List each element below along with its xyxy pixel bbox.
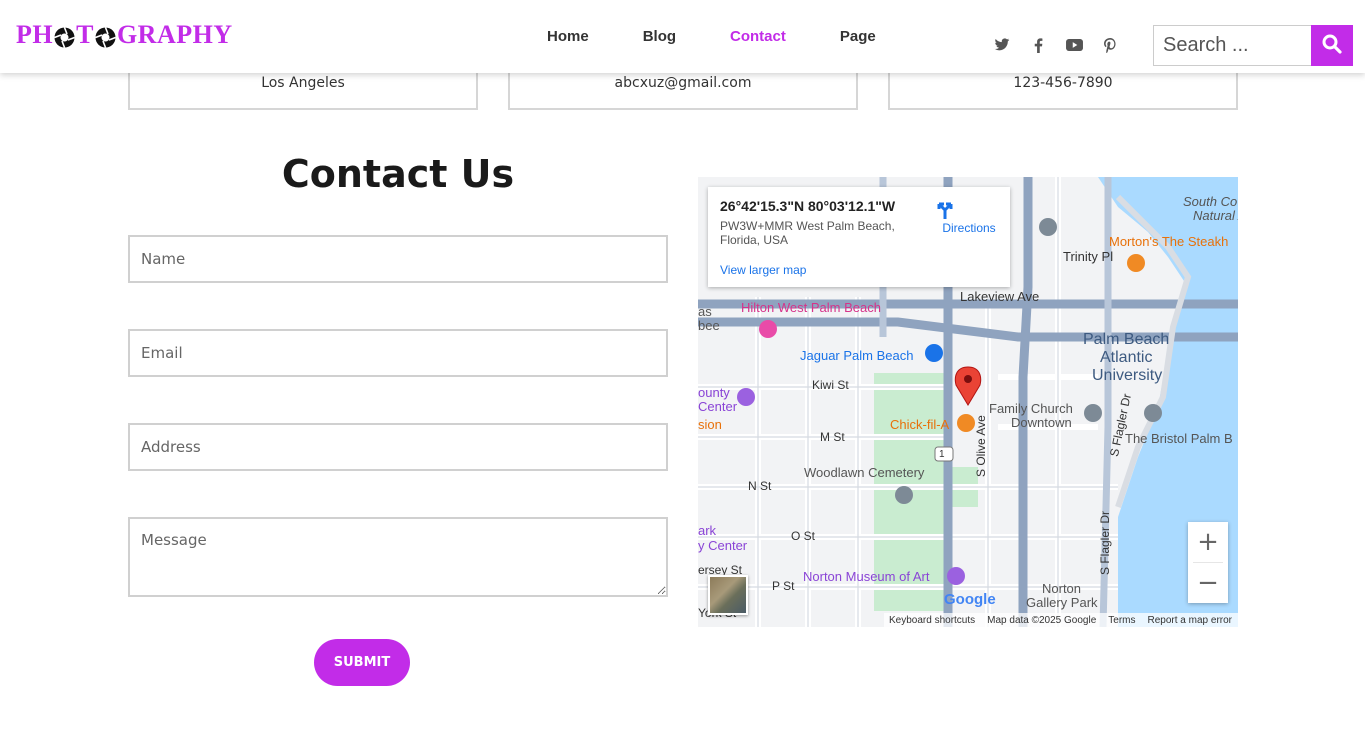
site-header: PH T GRAPHY Home Blog Contact Page	[0, 0, 1365, 73]
map-label-pba1: Palm Beach	[1083, 331, 1170, 348]
phone-text: 123-456-7890	[1013, 75, 1113, 91]
map-label-county1: ounty	[698, 385, 730, 400]
location-text: Los Angeles	[261, 75, 345, 91]
terms-link[interactable]: Terms	[1108, 615, 1135, 626]
address-field[interactable]	[128, 423, 668, 471]
map-label-flagler2: S Flagler Dr	[1098, 510, 1112, 575]
map-label-olive: S Olive Ave	[974, 415, 988, 477]
map-label-pst: P St	[772, 579, 795, 593]
search-button[interactable]	[1311, 25, 1353, 66]
map-label-nst: N St	[748, 479, 772, 493]
location-pin-icon	[954, 366, 982, 406]
search-icon	[1322, 34, 1342, 57]
map-embed[interactable]: Hilton West Palm Beach Jaguar Palm Beach…	[698, 177, 1238, 627]
site-logo[interactable]: PH T GRAPHY	[16, 20, 233, 50]
map-address: PW3W+MMR West Palm Beach, Florida, USA	[720, 219, 895, 247]
map-label-county2: Center	[698, 399, 738, 414]
logo-text-left: PH	[16, 20, 54, 49]
search-input[interactable]	[1153, 25, 1311, 66]
map-label-sion: sion	[698, 417, 722, 432]
social-links	[993, 37, 1119, 53]
aperture-icon	[95, 25, 116, 48]
map-label-jaguar: Jaguar Palm Beach	[800, 348, 914, 363]
map-footer: Keyboard shortcuts Map data ©2025 Google…	[884, 613, 1238, 627]
contact-title: Contact Us	[281, 152, 515, 196]
youtube-icon[interactable]	[1065, 37, 1083, 53]
message-field[interactable]	[128, 517, 668, 597]
map-coords: 26°42'15.3"N 80°03'12.1"W	[720, 198, 896, 214]
nav-blog[interactable]: Blog	[643, 28, 676, 45]
map-label-woodlawn: Woodlawn Cemetery	[804, 465, 925, 480]
map-label-ark1: ark	[698, 523, 717, 538]
twitter-icon[interactable]	[993, 37, 1011, 53]
map-label-family: Family Church	[989, 401, 1073, 416]
map-label-hilton: Hilton West Palm Beach	[741, 300, 881, 315]
map-label-lakeview: Lakeview Ave	[960, 289, 1040, 304]
map-route-shield: 1	[939, 449, 945, 460]
submit-button[interactable]: SUBMIT	[314, 639, 410, 686]
map-label-bristol: The Bristol Palm B	[1125, 431, 1233, 446]
map-label-ost: O St	[791, 529, 816, 543]
google-logo: Google	[944, 591, 996, 608]
report-error-link[interactable]: Report a map error	[1148, 615, 1232, 626]
map-zoom-controls: + −	[1188, 522, 1228, 603]
satellite-toggle-button[interactable]	[708, 575, 748, 615]
map-label-norton-gallery2: Gallery Park	[1026, 595, 1098, 610]
directions-label: Directions	[942, 221, 996, 235]
facebook-icon[interactable]	[1029, 37, 1047, 53]
email-text: abcxuz@gmail.com	[614, 75, 752, 91]
map-label-south: South Co	[1183, 194, 1238, 209]
nav-home[interactable]: Home	[547, 28, 589, 45]
map-label-norton-museum: Norton Museum of Art	[803, 569, 930, 584]
map-label-trinity: Trinity Pl	[1063, 249, 1114, 264]
map-label-mortons: Morton's The Steakh	[1109, 234, 1229, 249]
map-label-bee: bee	[698, 318, 720, 333]
aperture-icon	[54, 25, 75, 48]
email-field[interactable]	[128, 329, 668, 377]
nav-page[interactable]: Page	[840, 28, 876, 45]
directions-button[interactable]: Directions	[934, 199, 1004, 235]
pinterest-icon[interactable]	[1101, 37, 1119, 53]
map-label-pba3: University	[1092, 367, 1163, 384]
map-label-as: as	[698, 304, 712, 319]
map-data-text: Map data ©2025 Google	[987, 614, 1097, 626]
name-field[interactable]	[128, 235, 668, 283]
map-label-natural: Natural A	[1193, 208, 1238, 223]
map-label-kiwi: Kiwi St	[812, 378, 849, 392]
view-larger-map-link[interactable]: View larger map	[720, 263, 806, 277]
zoom-in-button[interactable]: +	[1188, 522, 1228, 562]
directions-icon	[934, 199, 1004, 221]
logo-text-mid: T	[76, 20, 94, 49]
zoom-out-button[interactable]: −	[1188, 563, 1228, 603]
map-label-pba2: Atlantic	[1100, 349, 1153, 366]
logo-text-right: GRAPHY	[116, 20, 233, 49]
map-label-norton-gallery1: Norton	[1042, 581, 1082, 596]
keyboard-shortcuts-link[interactable]: Keyboard shortcuts	[889, 615, 975, 626]
map-label-ark2: y Center	[698, 538, 748, 553]
map-label-downtown: Downtown	[1011, 415, 1072, 430]
nav-contact[interactable]: Contact	[730, 28, 786, 45]
search-form	[1153, 25, 1353, 66]
map-info-card: 26°42'15.3"N 80°03'12.1"W PW3W+MMR West …	[708, 187, 1010, 287]
map-label-chick: Chick-fil-A	[890, 417, 950, 432]
main-nav: Home Blog Contact Page	[547, 28, 930, 45]
map-label-mst: M St	[820, 430, 845, 444]
